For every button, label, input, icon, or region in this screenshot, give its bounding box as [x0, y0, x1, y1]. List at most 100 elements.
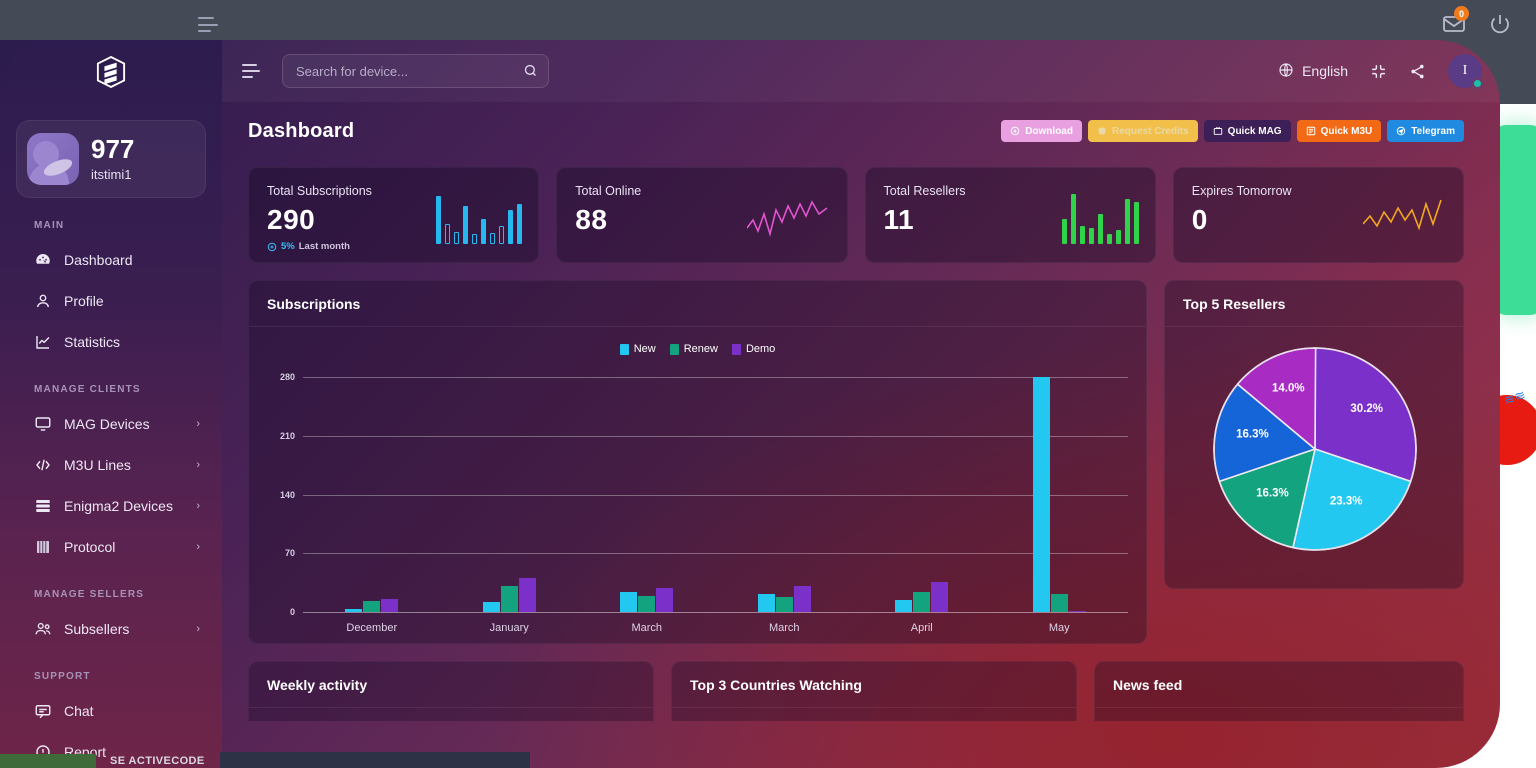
trend-up-icon — [267, 242, 277, 252]
bar[interactable] — [775, 596, 793, 612]
sidebar-item-statistics[interactable]: Statistics — [0, 321, 222, 362]
sidebar-item-label: Dashboard — [64, 251, 133, 268]
sidebar-item-chat[interactable]: Chat — [0, 690, 222, 731]
bar[interactable] — [482, 601, 500, 612]
mail-badge: 0 — [1454, 6, 1469, 21]
avatar — [27, 133, 79, 185]
x-axis-label: March — [631, 622, 663, 634]
bar-groups — [303, 367, 1128, 612]
legend-item[interactable]: New — [619, 343, 656, 355]
search-box — [282, 54, 549, 88]
top-resellers-card: Top 5 Resellers 30.2% 23.3% 16.3% 16.3% 14.0… — [1164, 280, 1464, 589]
bar[interactable] — [638, 596, 656, 612]
credits-icon — [1097, 126, 1107, 136]
stat-card-total-subscriptions: Total Subscriptions 290 5% Last month — [248, 167, 540, 263]
bar[interactable] — [500, 585, 518, 612]
y-axis-tick: 210 — [279, 430, 295, 441]
sidebar-item-m3u-lines[interactable]: M3U Lines › — [0, 444, 222, 485]
sidebar-section-title: MAIN — [34, 220, 65, 231]
bar[interactable] — [363, 601, 381, 612]
chart-legend: New Renew Demo — [249, 343, 1146, 355]
search-icon[interactable] — [523, 63, 538, 83]
button-quick-m3u[interactable]: Quick M3U — [1296, 120, 1382, 142]
legend-item[interactable]: Renew — [669, 343, 718, 355]
bottom-card-row: Weekly activity Top 3 Countries Watching N… — [248, 661, 1464, 721]
bar[interactable] — [518, 577, 536, 612]
search-input[interactable] — [282, 54, 549, 88]
user-credit-box[interactable]: 977 itstimi1 — [16, 120, 206, 198]
bar[interactable] — [913, 591, 931, 612]
button-label: Telegram — [1411, 125, 1455, 137]
sidebar-item-mag-devices[interactable]: MAG Devices › — [0, 403, 222, 444]
bar[interactable] — [1032, 377, 1050, 612]
bar[interactable] — [656, 587, 674, 612]
bar[interactable] — [345, 608, 363, 612]
bar[interactable] — [895, 600, 913, 612]
bar-group — [991, 367, 1129, 612]
pie-slice-label: 14.0% — [1272, 382, 1305, 394]
language-label: English — [1302, 63, 1348, 79]
sidebar-section-title: MANAGE CLIENTS — [34, 384, 141, 395]
code-icon — [34, 456, 52, 474]
bar[interactable] — [931, 581, 949, 612]
sidebar-item-subsellers[interactable]: Subsellers › — [0, 608, 222, 649]
button-request-credits[interactable]: Request Credits — [1087, 120, 1198, 142]
subscriptions-bar-chart: 0 70 140 210 280 December January March March Apr… — [267, 367, 1128, 634]
fullscreen-icon[interactable] — [1370, 63, 1387, 80]
legend-label: Renew — [683, 343, 718, 355]
online-status-dot — [1472, 78, 1483, 89]
pie-slice-label: 23.3% — [1330, 495, 1363, 507]
chrome-hamburger-icon[interactable] — [198, 17, 218, 32]
logo-icon — [96, 56, 126, 88]
bar[interactable] — [620, 591, 638, 612]
sparkline-wave — [1363, 192, 1447, 244]
legend-swatch — [669, 343, 679, 355]
book-icon — [34, 538, 52, 556]
x-axis — [303, 612, 1128, 613]
download-icon — [1010, 126, 1020, 136]
button-label: Request Credits — [1111, 125, 1189, 137]
sidebar-item-enigma2-devices[interactable]: Enigma2 Devices › — [0, 485, 222, 526]
card-title: Weekly activity — [249, 662, 653, 708]
pie-slice-label: 16.3% — [1256, 487, 1289, 499]
bar[interactable] — [381, 599, 399, 612]
x-axis-label: April — [910, 622, 933, 634]
credit-count: 977 — [91, 134, 135, 165]
dashboard-app-window: 977 itstimi1 MAIN Dashboard Profile Statist… — [0, 40, 1500, 768]
x-axis-label: May — [1048, 622, 1070, 634]
sidebar-toggle-icon[interactable] — [242, 64, 260, 78]
users-icon — [34, 620, 52, 638]
taskbar-strip — [220, 752, 530, 768]
sidebar-section-title: MANAGE SELLERS — [34, 589, 145, 600]
x-axis-label: December — [346, 622, 398, 634]
brand-logo[interactable] — [0, 46, 222, 98]
power-icon[interactable] — [1488, 12, 1512, 36]
language-selector[interactable]: English — [1278, 62, 1348, 81]
chevron-right-icon: › — [196, 458, 200, 471]
sidebar-item-protocol[interactable]: Protocol › — [0, 526, 222, 567]
legend-item[interactable]: Demo — [731, 343, 775, 355]
bar[interactable] — [1050, 593, 1068, 612]
dashboard-icon — [34, 251, 52, 269]
profile-avatar[interactable]: I — [1448, 54, 1483, 89]
mail-icon[interactable]: 0 — [1442, 6, 1469, 36]
sidebar-item-label: Statistics — [64, 333, 121, 350]
share-icon[interactable] — [1409, 63, 1426, 80]
sidebar-item-dashboard[interactable]: Dashboard — [0, 239, 222, 280]
bar[interactable] — [757, 593, 775, 612]
chrome-icon-group: 0 — [1442, 6, 1512, 36]
bar-group — [716, 367, 854, 612]
button-label: Quick MAG — [1227, 125, 1282, 137]
button-download[interactable]: Download — [1001, 120, 1082, 142]
bar[interactable] — [793, 585, 811, 612]
button-quick-mag[interactable]: Quick MAG — [1203, 120, 1291, 142]
server-icon — [34, 497, 52, 515]
sparkline-bars — [1061, 192, 1139, 244]
bar[interactable] — [1068, 611, 1086, 612]
user-icon — [34, 292, 52, 310]
button-telegram[interactable]: Telegram — [1387, 120, 1464, 142]
activecode-label: SE ACTIVECODE — [110, 755, 205, 767]
button-label: Quick M3U — [1320, 125, 1373, 137]
topbar: English I — [222, 40, 1500, 102]
sidebar-item-profile[interactable]: Profile — [0, 280, 222, 321]
